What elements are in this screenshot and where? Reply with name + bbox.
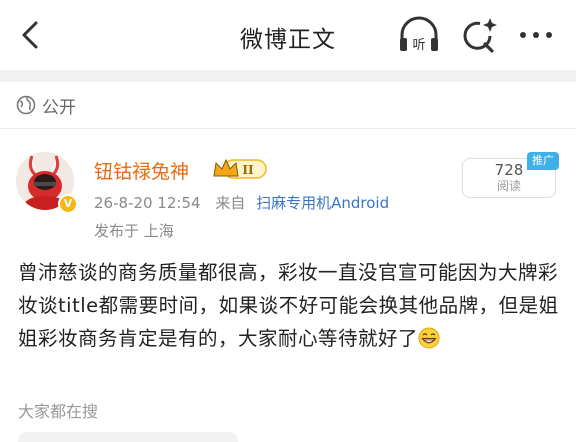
author-name[interactable]: 钮钴禄兔神	[94, 157, 189, 184]
visibility-indicator: 公开	[16, 92, 76, 118]
divider	[0, 128, 576, 129]
post-body: 曾沛慈谈的商务质量都很高，彩妆一直没官宣可能因为大牌彩妆谈title都需要时间，…	[18, 256, 566, 355]
level-label: II	[242, 163, 254, 177]
more-icon[interactable]	[516, 25, 556, 45]
source-prefix: 来自	[215, 194, 246, 212]
headphones-icon[interactable]: 听	[397, 15, 441, 55]
source-device-link[interactable]: 扫麻专用机Android	[256, 194, 389, 212]
nav-bar: 微博正文 听	[0, 0, 576, 70]
trending-search-chip[interactable]	[18, 432, 238, 442]
post-location: 发布于 上海	[94, 222, 174, 240]
avatar[interactable]: V	[16, 152, 78, 214]
search-sparkle-icon[interactable]	[460, 16, 500, 54]
post-text: 曾沛慈谈的商务质量都很高，彩妆一直没官宣可能因为大牌彩妆谈title都需要时间，…	[18, 261, 559, 350]
globe-icon	[16, 95, 36, 115]
vip-badge: V	[58, 194, 78, 214]
grin-emoji-icon	[418, 327, 440, 349]
visibility-label: 公开	[42, 97, 76, 118]
promote-tag[interactable]: 推广	[527, 152, 559, 170]
listen-label: 听	[412, 38, 425, 53]
post-timestamp: 26-8-20 12:54	[94, 194, 201, 212]
trending-search-label: 大家都在搜	[18, 402, 99, 421]
section-separator	[0, 70, 576, 82]
crown-level-badge-icon[interactable]: II	[212, 157, 268, 181]
post-meta: 26-8-20 12:54 来自 扫麻专用机Android	[94, 192, 389, 213]
read-label: 阅读	[496, 179, 521, 193]
